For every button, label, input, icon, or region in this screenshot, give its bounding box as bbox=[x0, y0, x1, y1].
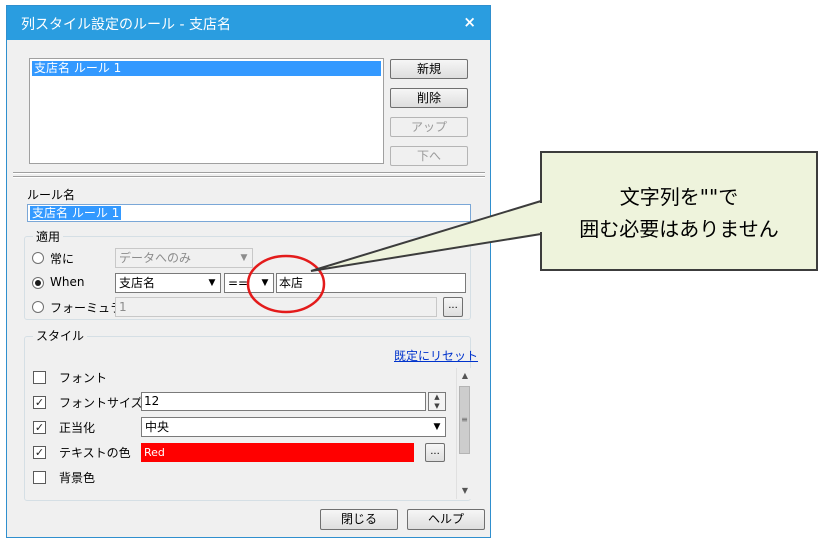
callout-seam bbox=[539, 203, 543, 232]
